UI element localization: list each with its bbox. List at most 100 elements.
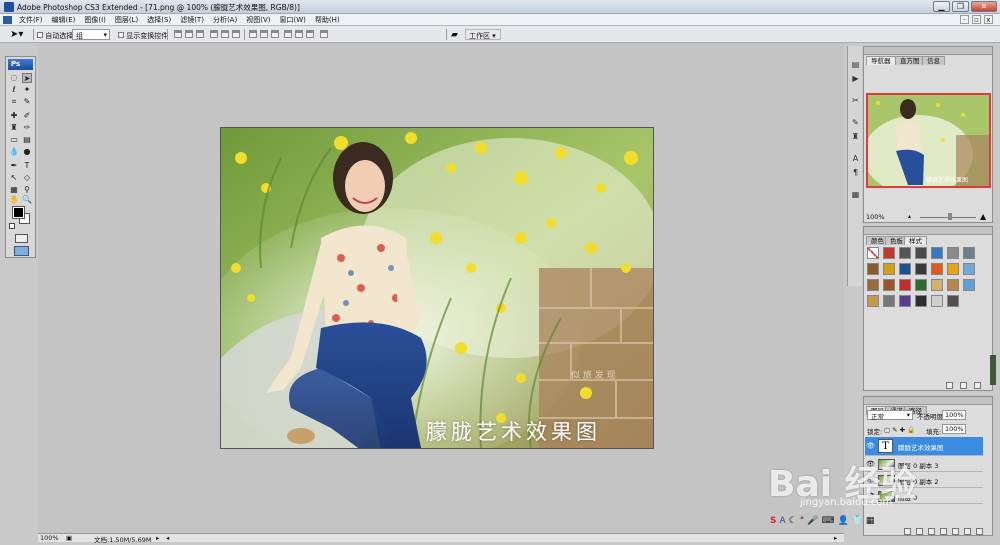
new-layer-icon[interactable] <box>964 528 971 535</box>
status-zoom[interactable]: 100% <box>40 534 59 542</box>
style-swatch[interactable] <box>899 295 911 307</box>
style-swatch[interactable] <box>947 263 959 275</box>
ime-mic-icon[interactable]: 🎤 <box>807 516 818 528</box>
gradient-tool-icon[interactable]: ▤ <box>22 135 32 145</box>
menu-view[interactable]: 视图(V) <box>246 15 270 25</box>
style-swatch[interactable] <box>899 247 911 259</box>
align-vcenter-icon[interactable] <box>185 30 193 38</box>
screen-mode-icon[interactable] <box>14 246 29 256</box>
menu-file[interactable]: 文件(F) <box>19 15 43 25</box>
doc-close-button[interactable]: x <box>984 15 993 24</box>
foreground-color-swatch[interactable] <box>12 206 25 219</box>
link-layers-icon[interactable] <box>904 528 911 535</box>
history-brush-tool-icon[interactable]: ✑ <box>22 123 32 133</box>
align-left-icon[interactable] <box>210 30 218 38</box>
ime-grid-icon[interactable]: ▦ <box>866 516 875 528</box>
menu-window[interactable]: 窗口(W) <box>279 15 305 25</box>
auto-select-option[interactable]: 自动选择: <box>37 31 76 41</box>
history-panel-icon[interactable]: ▤ <box>850 60 861 70</box>
tab-styles[interactable]: 样式 <box>904 236 927 245</box>
path-selection-tool-icon[interactable]: ↖ <box>9 173 19 183</box>
align-right-icon[interactable] <box>232 30 240 38</box>
doc-restore-button[interactable]: ▫ <box>972 15 981 24</box>
default-colors-icon[interactable] <box>9 223 15 229</box>
menu-analysis[interactable]: 分析(A) <box>213 15 237 25</box>
character-panel-icon[interactable]: A <box>850 154 861 164</box>
type-tool-icon[interactable]: T <box>22 161 32 171</box>
status-arrow-icon[interactable]: ▸ <box>156 534 159 542</box>
style-swatch[interactable] <box>899 263 911 275</box>
zoom-tool-icon[interactable]: 🔍 <box>22 195 32 205</box>
brushes-panel-icon[interactable]: ✎ <box>850 118 861 128</box>
tab-navigator[interactable]: 导航器 <box>866 56 896 65</box>
align-bottom-icon[interactable] <box>196 30 204 38</box>
dodge-tool-icon[interactable]: ● <box>22 147 32 157</box>
menu-image[interactable]: 图像(I) <box>84 15 106 25</box>
distribute-left-icon[interactable] <box>284 30 292 38</box>
lasso-tool-icon[interactable]: ℓ <box>9 85 19 95</box>
restore-button[interactable]: ❐ <box>952 1 969 12</box>
menu-select[interactable]: 选择(S) <box>147 15 171 25</box>
style-swatch[interactable] <box>963 279 975 291</box>
brush-tool-icon[interactable]: ✐ <box>22 111 32 121</box>
slice-tool-icon[interactable]: ✎ <box>22 97 32 107</box>
clone-stamp-tool-icon[interactable]: ♜ <box>9 123 19 133</box>
style-swatch[interactable] <box>963 247 975 259</box>
actions-panel-icon[interactable]: ▶ <box>850 74 861 84</box>
layer-name[interactable]: 朦胧艺术效果图 <box>898 442 944 452</box>
layer-style-icon[interactable] <box>916 528 923 535</box>
style-swatch[interactable] <box>883 263 895 275</box>
style-swatch[interactable] <box>899 279 911 291</box>
menu-edit[interactable]: 编辑(E) <box>52 15 76 25</box>
ime-keyboard-icon[interactable]: ⌨ <box>821 516 834 528</box>
navigator-zoom-value[interactable]: 100% <box>866 213 885 221</box>
style-swatch[interactable] <box>947 279 959 291</box>
style-swatch[interactable] <box>931 279 943 291</box>
ime-user-icon[interactable]: 👤 <box>837 516 848 528</box>
paragraph-panel-icon[interactable]: ¶ <box>850 168 861 178</box>
delete-layer-icon[interactable] <box>976 528 983 535</box>
close-button[interactable]: ✕ <box>971 1 997 12</box>
blur-tool-icon[interactable]: 💧 <box>9 147 19 157</box>
doc-minimize-button[interactable]: - <box>960 15 969 24</box>
distribute-hcenter-icon[interactable] <box>295 30 303 38</box>
ime-moon-icon[interactable]: ☾ <box>789 516 797 528</box>
menu-layer[interactable]: 图层(L) <box>115 15 138 25</box>
delete-style-icon[interactable] <box>974 382 981 389</box>
tab-histogram[interactable]: 直方图 <box>895 56 925 65</box>
clone-source-icon[interactable]: ♜ <box>850 132 861 142</box>
zoom-out-icon[interactable]: ▴ <box>908 214 914 220</box>
magic-wand-tool-icon[interactable]: ✦ <box>22 85 32 95</box>
eraser-tool-icon[interactable]: ▭ <box>9 135 19 145</box>
blend-mode-dropdown[interactable]: 正常 ▾ <box>867 410 913 421</box>
style-swatch[interactable] <box>867 263 879 275</box>
minimize-button[interactable]: ▁ <box>933 1 950 12</box>
photoshop-logo[interactable]: Ps <box>8 59 33 70</box>
align-hcenter-icon[interactable] <box>221 30 229 38</box>
style-swatch[interactable] <box>931 295 943 307</box>
ime-shirt-icon[interactable]: 👕 <box>852 516 863 528</box>
layer-row[interactable]: 👁 T 朦胧艺术效果图 <box>865 437 983 456</box>
clear-style-icon[interactable] <box>946 382 953 389</box>
zoom-slider-thumb[interactable] <box>948 213 952 220</box>
distribute-right-icon[interactable] <box>306 30 314 38</box>
scroll-right-icon[interactable]: ▸ <box>834 534 837 542</box>
document-canvas[interactable]: 似 旅 发 现 朦胧艺术效果图 <box>220 127 654 449</box>
style-swatch[interactable] <box>915 279 927 291</box>
style-swatch[interactable] <box>963 263 975 275</box>
tool-presets-icon[interactable]: ✂ <box>850 96 861 106</box>
layer-mask-icon[interactable] <box>928 528 935 535</box>
pen-tool-icon[interactable]: ✒ <box>9 161 19 171</box>
notes-tool-icon[interactable]: ▦ <box>9 185 19 195</box>
style-swatch[interactable] <box>915 295 927 307</box>
ime-lang-icon[interactable]: A <box>779 516 785 528</box>
new-group-icon[interactable] <box>952 528 959 535</box>
style-swatch[interactable] <box>867 279 879 291</box>
style-swatch[interactable] <box>931 263 943 275</box>
distribute-bottom-icon[interactable] <box>271 30 279 38</box>
style-swatch[interactable] <box>947 247 959 259</box>
palette-well-icon[interactable]: ▰ <box>451 30 458 40</box>
visibility-eye-icon[interactable]: 👁 <box>866 442 876 450</box>
show-transform-option[interactable]: 显示变换控件 <box>118 31 168 41</box>
sogou-icon[interactable]: S <box>770 516 776 528</box>
